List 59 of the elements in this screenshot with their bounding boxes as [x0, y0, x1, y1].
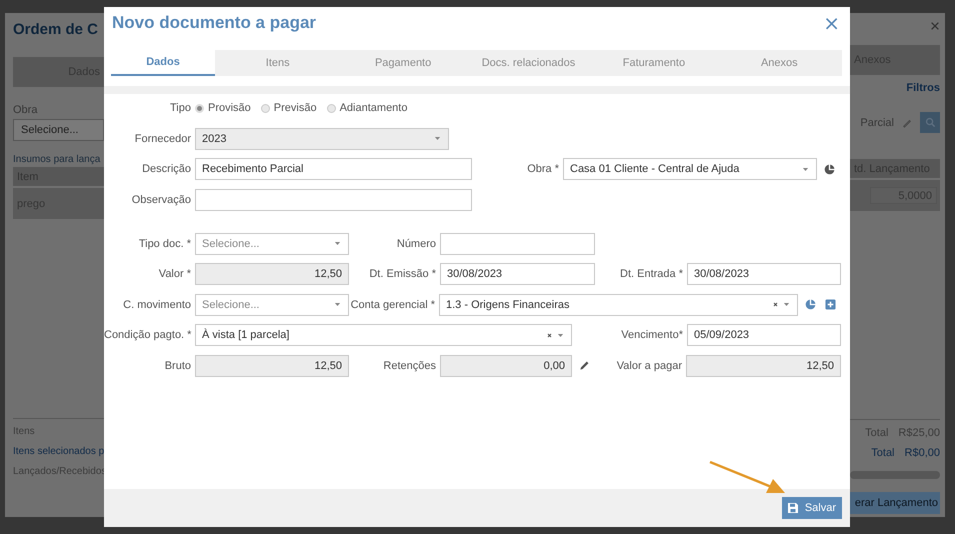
radio-option[interactable]: Previsão — [260, 102, 317, 114]
field-label: Fornecedor — [134, 132, 192, 144]
field-label: Bruto — [164, 360, 192, 372]
eraser-icon[interactable] — [902, 118, 912, 128]
field-label: Tipo doc. * — [138, 238, 192, 250]
field-label: Número — [396, 238, 437, 250]
tab[interactable]: Anexos — [716, 50, 842, 76]
field-label: Descrição — [141, 163, 192, 175]
field-label: Valor a pagar — [616, 360, 683, 372]
field-label: Valor * — [158, 268, 192, 280]
field-label: C. movimento — [122, 298, 192, 310]
filters-link[interactable]: Filtros — [906, 82, 940, 94]
select-field[interactable]: À vista [1 parcela] — [195, 324, 572, 346]
pie-chart-icon[interactable] — [824, 164, 835, 174]
tab[interactable]: Dados — [111, 50, 215, 76]
input-field[interactable]: 30/08/2023 — [440, 263, 595, 285]
select-field[interactable]: Casa 01 Cliente - Central de Ajuda — [563, 158, 817, 180]
page-title: Ordem de C — [13, 21, 100, 40]
field-label: Dt. Entrada * — [619, 268, 684, 280]
save-icon[interactable] — [786, 502, 799, 514]
input-field[interactable] — [440, 232, 595, 254]
clear-icon[interactable] — [545, 330, 554, 340]
clear-icon[interactable] — [771, 300, 780, 309]
input-field[interactable]: 30/08/2023 — [687, 263, 841, 285]
field-label: Tipo — [169, 102, 192, 114]
pie-chart-icon[interactable] — [805, 299, 816, 310]
field-label: Conta gerencial * — [350, 298, 436, 310]
add-icon[interactable] — [825, 299, 836, 310]
close-icon[interactable] — [930, 21, 940, 31]
summary-label: Itens selecionados p — [13, 446, 104, 459]
save-button[interactable]: Salvar — [782, 497, 842, 519]
tab[interactable]: Pagamento — [340, 50, 466, 76]
input-field[interactable]: Recebimento Parcial — [195, 158, 472, 180]
pencil-icon[interactable] — [579, 360, 590, 371]
tab[interactable]: Itens — [215, 50, 340, 76]
field-label: Condição pagto. * — [104, 329, 192, 341]
select-field[interactable]: Selecione... — [195, 232, 349, 254]
generate-button[interactable]: erar Lançamento — [850, 492, 940, 514]
input-field[interactable]: 05/09/2023 — [687, 324, 841, 346]
section-title: Insumos para lança — [13, 154, 102, 165]
field-label: Observação — [130, 194, 192, 206]
dialog-title: Novo documento a pagar — [112, 12, 316, 32]
select-field[interactable]: Selecione... — [13, 119, 104, 141]
input-field[interactable] — [195, 188, 472, 210]
field-label: Retenções — [382, 360, 437, 372]
radio-option[interactable]: Adiantamento — [326, 102, 408, 114]
select-field[interactable]: 1.3 - Origens Financeiras — [439, 294, 798, 316]
field-label: Obra — [13, 104, 38, 116]
close-button[interactable]: × — [821, 10, 842, 34]
field-value: Parcial — [860, 116, 894, 128]
field-label: Vencimento* — [620, 329, 684, 341]
field-label: Obra * — [526, 163, 560, 175]
field-label: Dt. Emissão * — [368, 268, 437, 280]
tab[interactable]: Faturamento — [591, 50, 717, 76]
total-label: Total — [871, 447, 895, 460]
radio-option[interactable]: Provisão — [195, 102, 251, 114]
tab[interactable]: Docs. relacionados — [466, 50, 592, 76]
total-value: R$0,00 — [904, 447, 940, 460]
select-field[interactable]: Selecione... — [195, 294, 349, 316]
